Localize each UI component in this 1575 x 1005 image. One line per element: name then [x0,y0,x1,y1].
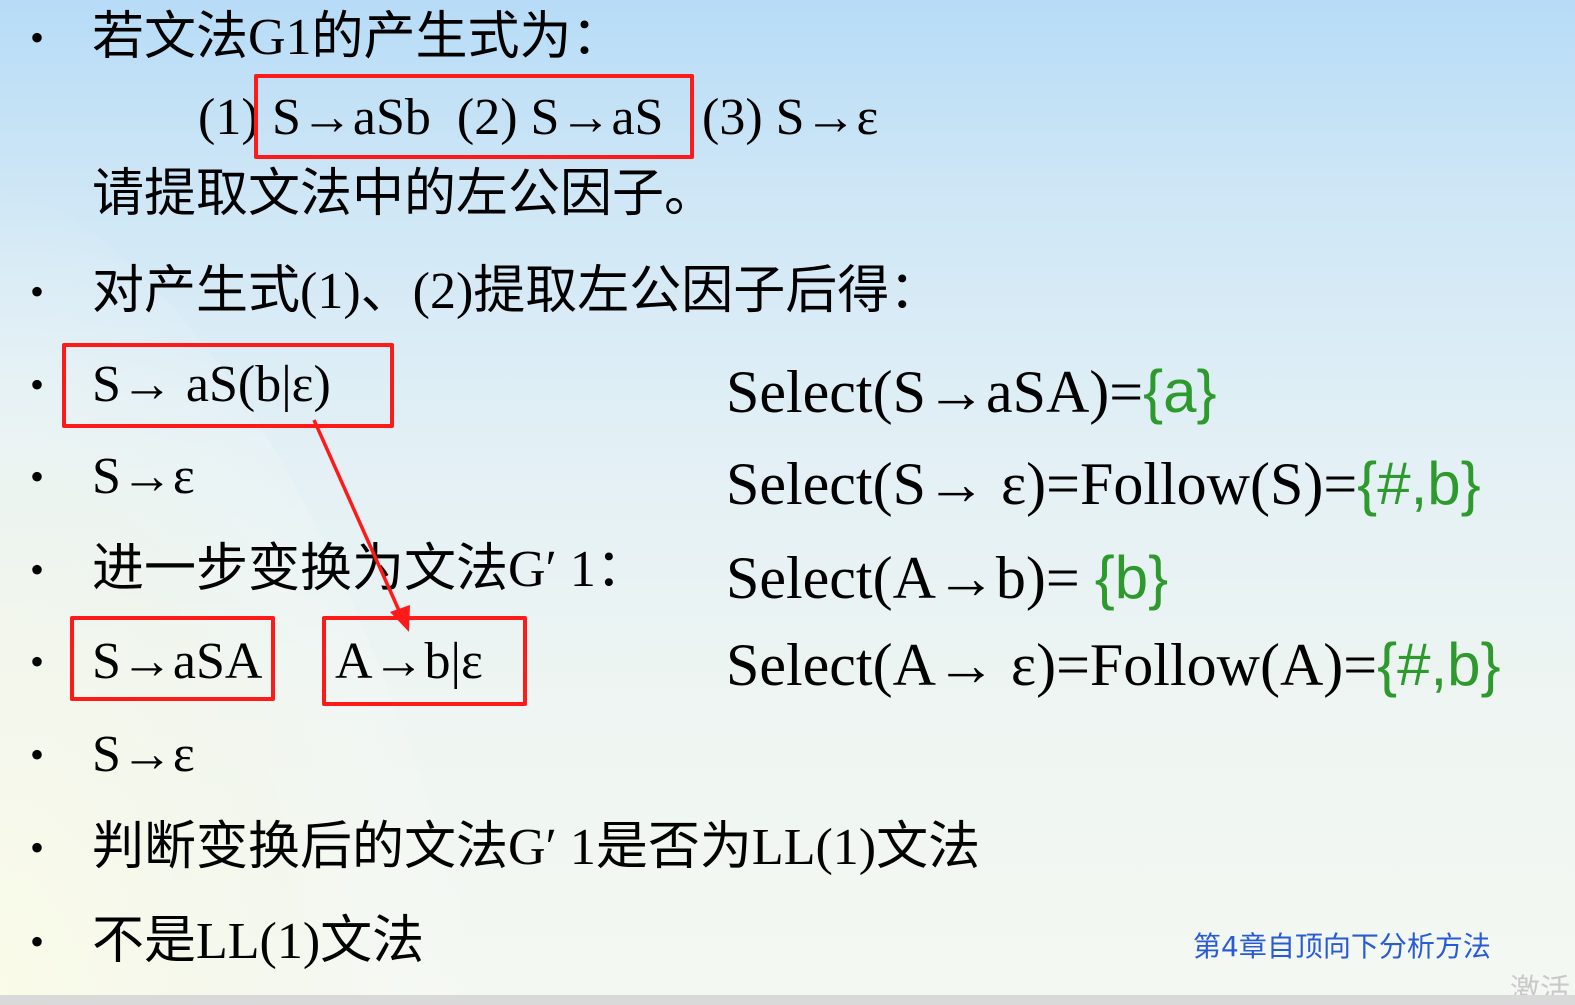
select-expr: Select(A→ ε)=Follow(A)= [726,632,1378,698]
select-row-1: Select(S→aSA)={a} [726,357,1217,427]
select-set: {a} [1143,358,1217,425]
epsilon-production-2: S→ε [92,726,195,783]
select-expr: Select(S→ ε)=Follow(S)= [726,451,1358,517]
judge-question: 判断变换后的文法G′ 1是否为LL(1)文法 [92,819,981,876]
bullet: • [30,732,45,777]
bottom-bar [0,995,1575,1005]
bullet: • [30,825,45,870]
select-set: {#,b} [1377,631,1501,698]
bullet: • [30,919,45,964]
select-expr: Select(S→aSA)= [726,359,1144,425]
select-row-4: Select(A→ ε)=Follow(A)={#,b} [726,630,1501,700]
select-row-2: Select(S→ ε)=Follow(S)={#,b} [726,449,1481,519]
answer: 不是LL(1)文法 [92,913,425,970]
select-set: {b} [1094,544,1169,611]
chapter-footer: 第4章自顶向下分析方法 [1193,930,1491,963]
select-expr: Select(A→b)= [726,545,1095,611]
select-row-3: Select(A→b)= {b} [726,543,1168,613]
select-set: {#,b} [1357,450,1481,517]
slide: • 若文法G1的产生式为： (1) S→aSb (2) S→aS (3) S→ε… [0,0,1575,1005]
